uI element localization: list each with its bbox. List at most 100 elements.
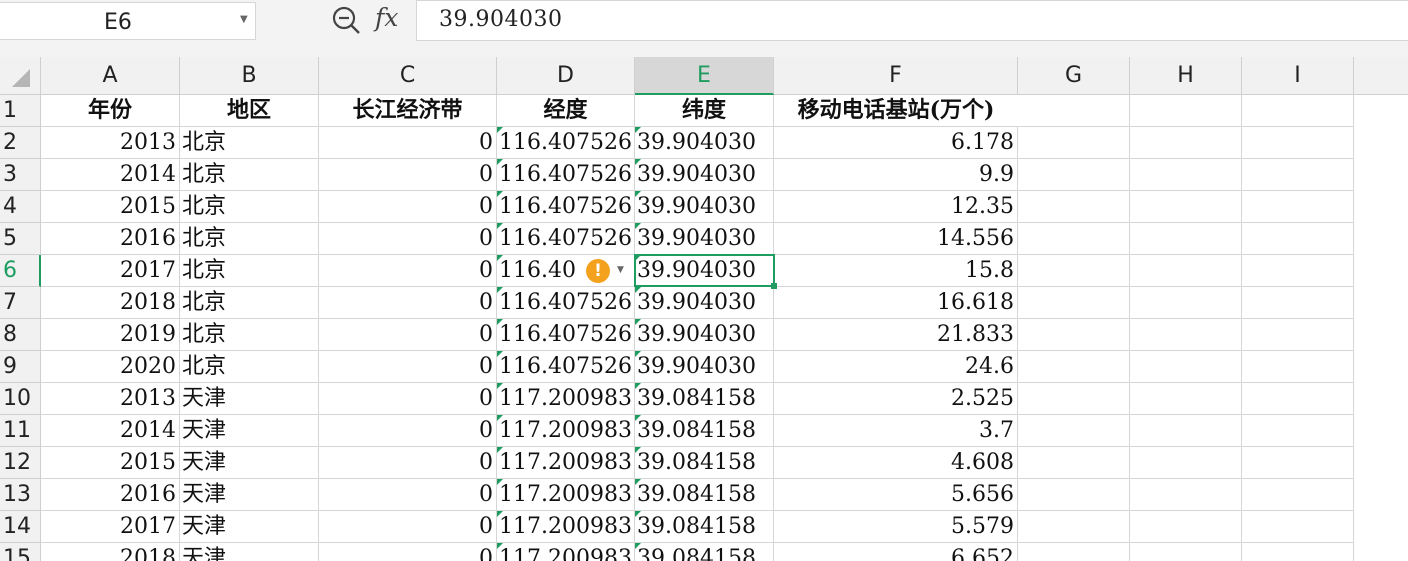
cell-region[interactable]: 北京 [180,159,319,191]
empty-cell[interactable] [1130,223,1242,255]
row-header-8[interactable]: 8 [0,319,41,351]
empty-cell[interactable] [1242,447,1354,479]
cell-base-stations[interactable]: 4.608 [774,447,1018,479]
row-header-3[interactable]: 3 [0,159,41,191]
cell-latitude[interactable]: 39.084158 [635,543,774,561]
row-header-1[interactable]: 1 [0,95,41,127]
cell-year[interactable]: 2017 [41,511,180,543]
cell-latitude[interactable]: 39.904030 [635,191,774,223]
cell-base-stations[interactable]: 5.579 [774,511,1018,543]
column-header-a[interactable]: A [41,57,180,95]
row-header-2[interactable]: 2 [0,127,41,159]
header-cell-f[interactable]: 移动电话基站(万个) [774,95,1018,127]
cell-longitude[interactable]: 116.407526 [497,191,635,223]
empty-cell[interactable] [1242,223,1354,255]
empty-cell[interactable] [1130,543,1242,561]
empty-cell[interactable] [1018,191,1130,223]
cell-yangtze[interactable]: 0 [319,479,497,511]
cell-longitude[interactable]: 117.200983 [497,479,635,511]
row-header-11[interactable]: 11 [0,415,41,447]
empty-cell[interactable] [1242,351,1354,383]
empty-cell[interactable] [1130,415,1242,447]
cell-year[interactable]: 2015 [41,191,180,223]
chevron-down-icon[interactable]: ▼ [617,265,624,275]
empty-cell[interactable] [1018,319,1130,351]
empty-cell[interactable] [1242,159,1354,191]
empty-cell[interactable] [1242,383,1354,415]
cell-yangtze[interactable]: 0 [319,447,497,479]
cell-region[interactable]: 北京 [180,351,319,383]
cell-year[interactable]: 2016 [41,223,180,255]
cell-region[interactable]: 天津 [180,383,319,415]
empty-cell[interactable] [1130,287,1242,319]
cell-yangtze[interactable]: 0 [319,127,497,159]
cell-longitude[interactable]: 116.407526 [497,159,635,191]
cell-base-stations[interactable]: 9.9 [774,159,1018,191]
cell-region[interactable]: 天津 [180,543,319,561]
cell-latitude[interactable]: 39.904030 [635,287,774,319]
header-cell-b[interactable]: 地区 [180,95,319,127]
cell-latitude[interactable]: 39.084158 [635,383,774,415]
cell-region[interactable]: 天津 [180,447,319,479]
cell-longitude[interactable]: 116.407526 [497,127,635,159]
cell-year[interactable]: 2019 [41,319,180,351]
cell-latitude[interactable]: 39.904030 [635,351,774,383]
cell-year[interactable]: 2017 [41,255,180,287]
row-header-10[interactable]: 10 [0,383,41,415]
select-all-corner[interactable] [0,57,41,95]
empty-cell[interactable] [1018,223,1130,255]
empty-cell[interactable] [1130,447,1242,479]
empty-cell[interactable] [1130,255,1242,287]
zoom-out-icon[interactable] [331,5,361,35]
cell-region[interactable]: 北京 [180,255,319,287]
cell-base-stations[interactable]: 5.656 [774,479,1018,511]
column-header-g[interactable]: G [1018,57,1130,95]
empty-cell[interactable] [1242,543,1354,561]
cell-region[interactable]: 天津 [180,511,319,543]
empty-cell[interactable] [1018,479,1130,511]
cell-base-stations[interactable]: 3.7 [774,415,1018,447]
empty-cell[interactable] [1130,95,1242,127]
empty-cell[interactable] [1130,319,1242,351]
column-header-e[interactable]: E [635,57,774,95]
column-header-partial[interactable] [1354,57,1408,95]
fill-handle[interactable] [771,283,777,289]
empty-cell[interactable] [1242,95,1354,127]
empty-cell[interactable] [1242,255,1354,287]
empty-cell[interactable] [1018,383,1130,415]
cell-longitude[interactable]: 117.200983 [497,415,635,447]
cell-year[interactable]: 2020 [41,351,180,383]
cell-year[interactable]: 2016 [41,479,180,511]
cell-longitude[interactable]: 117.200983 [497,383,635,415]
cell-yangtze[interactable]: 0 [319,159,497,191]
header-cell-d[interactable]: 经度 [497,95,635,127]
cell-year[interactable]: 2014 [41,415,180,447]
cell-year[interactable]: 2018 [41,287,180,319]
row-header-4[interactable]: 4 [0,191,41,223]
empty-cell[interactable] [1242,319,1354,351]
cell-region[interactable]: 北京 [180,319,319,351]
cell-base-stations[interactable]: 14.556 [774,223,1018,255]
cell-year[interactable]: 2014 [41,159,180,191]
cell-base-stations[interactable]: 15.8 [774,255,1018,287]
cell-longitude[interactable]: 117.200983 [497,511,635,543]
empty-cell[interactable] [1242,127,1354,159]
cell-longitude[interactable]: 117.200983 [497,447,635,479]
cell-yangtze[interactable]: 0 [319,511,497,543]
row-header-15[interactable]: 15 [0,543,41,561]
cell-yangtze[interactable]: 0 [319,223,497,255]
row-header-9[interactable]: 9 [0,351,41,383]
column-header-b[interactable]: B [180,57,319,95]
warning-icon[interactable]: ! [586,259,610,283]
row-header-6[interactable]: 6 [0,255,41,287]
cell-longitude[interactable]: 116.407526 [497,351,635,383]
empty-cell[interactable] [1018,351,1130,383]
header-cell-a[interactable]: 年份 [41,95,180,127]
empty-cell[interactable] [1018,543,1130,561]
cell-year[interactable]: 2018 [41,543,180,561]
cell-latitude[interactable]: 39.904030 [635,319,774,351]
empty-cell[interactable] [1018,447,1130,479]
cell-longitude[interactable]: 116.407526 [497,223,635,255]
cell-year[interactable]: 2015 [41,447,180,479]
cell-base-stations[interactable]: 6.652 [774,543,1018,561]
